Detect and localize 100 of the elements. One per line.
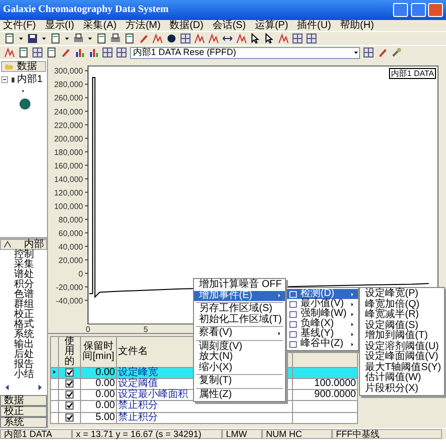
pencil-icon[interactable] [138,33,149,44]
bar-chart-icon[interactable] [74,47,85,58]
peak-icon[interactable] [278,33,289,44]
grid-icon[interactable] [306,33,317,44]
menu-item[interactable]: 属性(Z) [194,390,285,400]
menu-item[interactable]: 察看(V) [194,328,285,338]
document-icon[interactable] [18,47,29,58]
menu-item[interactable]: 调刻度(V) [194,342,285,352]
method-item[interactable]: 小结 [0,370,47,380]
method-item[interactable]: 校正 [0,310,47,320]
menu-item[interactable]: 强制峰(W) [287,309,358,319]
checkbox[interactable] [65,401,74,410]
menu-item[interactable]: 估计阈值(W) [360,373,444,384]
menu-item[interactable]: 增加到阈值(T) [360,331,444,342]
tree-item[interactable]: 内部1 [17,74,43,84]
document-icon[interactable] [50,33,61,44]
table-cell: 禁止积分 [118,400,158,412]
menu-item[interactable]: 会话(S) [212,20,246,30]
grid-icon[interactable] [102,47,113,58]
menu-item[interactable]: 片段积分(X) [360,384,444,394]
method-item[interactable]: 色谱 [0,290,47,300]
document-icon[interactable] [4,33,15,44]
table-cell: 0.00 [96,378,115,390]
document-icon[interactable] [46,47,57,58]
menu-item[interactable]: 设定溶剂阈值(U) [360,342,444,352]
peak-icon[interactable] [152,33,163,44]
menu-item[interactable]: 文件(F) [3,20,36,30]
method-item[interactable]: 采集 [0,260,47,270]
menu-item[interactable]: 复制(T) [194,376,285,386]
menu-item[interactable]: 采集(A) [83,20,117,30]
document-icon[interactable] [124,33,135,44]
menu-item[interactable]: 数据(D) [170,20,204,30]
maximize-button[interactable] [410,3,426,17]
node-dot-icon[interactable] [19,87,27,95]
y-tick-label: -20,000 [56,282,83,292]
grid-icon[interactable] [180,33,191,44]
node-circle-icon[interactable] [19,98,31,110]
panel-button[interactable]: 系统 [0,417,47,428]
menu-item[interactable]: 增加计算噪音 OFF [194,280,285,290]
method-item[interactable]: 积分 [0,280,47,290]
checkbox[interactable] [65,390,74,400]
cursor-icon[interactable] [250,33,261,44]
checkbox[interactable] [65,412,74,422]
method-item[interactable]: 后处 [0,350,47,360]
grid-icon[interactable] [292,33,303,44]
bar-chart-icon[interactable] [88,47,99,58]
document-icon[interactable] [96,33,107,44]
close-button[interactable] [428,3,443,17]
menu-item[interactable]: 峰宽减半(R) [360,310,444,320]
menu-item[interactable]: 缩小(X) [194,362,285,373]
wrench-icon[interactable] [391,47,402,58]
y-tick-label: 20,000 [58,256,83,265]
table-cell: 5.00 [96,412,115,423]
printer-icon[interactable] [110,33,121,44]
checkbox[interactable] [65,379,74,388]
method-item[interactable]: 系统 [0,330,47,340]
menu-item[interactable]: 峰宽加倍(Q) [360,300,444,310]
peak-icon[interactable] [236,33,247,44]
grid-icon[interactable] [32,47,43,58]
menu-item[interactable]: 负峰(X) [287,319,358,329]
collapse-icon[interactable] [1,76,9,84]
menu-item[interactable]: 最小值(V) [287,299,358,309]
ball-icon[interactable] [166,33,177,44]
peak-icon[interactable] [4,47,15,58]
row-header[interactable] [50,368,58,379]
method-item[interactable]: 报告 [0,360,47,370]
panel-icon [3,240,13,249]
method-item[interactable]: 格式 [0,320,47,330]
scroll-left-icon[interactable] [2,382,12,392]
menu-item[interactable]: 方法(M) [126,20,161,30]
menu-item[interactable]: 基线(Y) [287,329,358,339]
menu-item[interactable]: 设定峰面阈值(V) [360,352,444,362]
minimize-button[interactable] [393,3,408,17]
method-item[interactable]: 输出 [0,340,47,350]
grid-icon[interactable] [363,47,374,58]
method-item[interactable]: 控制 [0,250,47,260]
menu-item[interactable]: 帮助(H) [340,20,374,30]
menu-item[interactable]: 运算(P) [254,20,288,30]
menu-item[interactable]: 放大(N) [194,352,285,362]
menu-item[interactable]: 最大T轴阈值S(Y) [360,362,444,373]
peak-icon[interactable] [208,33,219,44]
grid-icon[interactable] [116,47,127,58]
menu-item[interactable]: 设定阈值(S) [360,320,444,331]
menu-item[interactable]: 显示(I) [44,20,74,30]
menu-item[interactable]: 设定峰宽(P) [360,289,444,300]
channel-select[interactable]: 内部1 DATA Rese (FPFD) [130,46,360,58]
menu-item[interactable]: 插件(U) [297,20,332,30]
printer-icon[interactable] [73,33,84,44]
method-item[interactable]: 群组 [0,300,47,310]
menu-item[interactable]: 峰谷中(Z) [287,339,358,349]
menu-item[interactable]: 另存工作区域(S) [194,304,285,314]
checkbox[interactable] [65,368,74,377]
peak-icon[interactable] [194,33,205,44]
cursor-icon[interactable] [264,33,275,44]
method-item[interactable]: 谱处 [0,270,47,280]
panel-button[interactable]: 数据 [0,395,47,406]
menu-item[interactable]: 初始化工作区域(T) [194,314,285,325]
column-header[interactable]: 使用的 [60,337,79,367]
panel-button[interactable]: 校正 [0,406,47,417]
scroll-right-icon[interactable] [36,382,44,392]
